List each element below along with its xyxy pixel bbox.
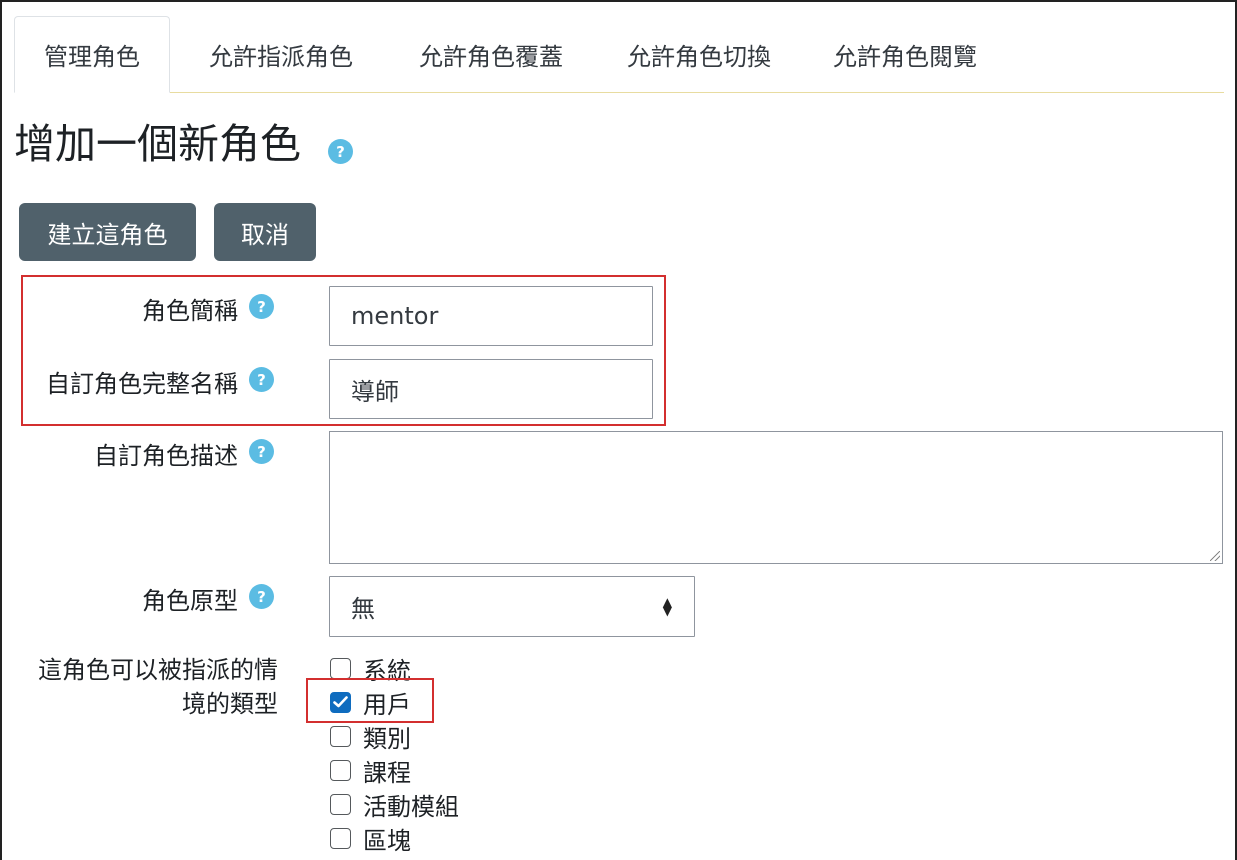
context-option-category[interactable]: 類別 bbox=[330, 719, 411, 753]
context-option-module[interactable]: 活動模組 bbox=[330, 787, 459, 821]
help-icon[interactable]: ? bbox=[328, 139, 353, 164]
tab-allow-switch[interactable]: 允許角色切換 bbox=[600, 16, 798, 93]
context-option-system[interactable]: 系統 bbox=[330, 651, 411, 685]
checkbox-label: 活動模組 bbox=[363, 792, 459, 821]
tab-allow-assign[interactable]: 允許指派角色 bbox=[182, 16, 380, 93]
description-label: 自訂角色描述 bbox=[94, 442, 238, 470]
fullname-label: 自訂角色完整名稱 bbox=[46, 370, 238, 398]
shortname-input[interactable]: mentor bbox=[329, 286, 653, 346]
context-types-label: 這角色可以被指派的情 境的類型 bbox=[20, 653, 278, 721]
context-option-user[interactable]: 用戶 bbox=[330, 685, 411, 719]
context-option-block[interactable]: 區塊 bbox=[330, 821, 411, 855]
checkbox[interactable] bbox=[330, 793, 351, 815]
checkbox[interactable] bbox=[330, 759, 351, 781]
help-icon[interactable]: ? bbox=[249, 367, 274, 392]
archetype-selected-value: 無 bbox=[351, 595, 375, 623]
context-types-label-line1: 這角色可以被指派的情 bbox=[38, 656, 278, 684]
checkmark-icon bbox=[333, 696, 348, 708]
tab-bar: 管理角色 允許指派角色 允許角色覆蓋 允許角色切換 允許角色閱覽 bbox=[14, 16, 1224, 93]
shortname-label: 角色簡稱 bbox=[142, 297, 238, 325]
checkbox-label: 系統 bbox=[363, 656, 411, 685]
resize-handle-icon[interactable] bbox=[1210, 551, 1220, 561]
checkbox[interactable] bbox=[330, 657, 351, 679]
tab-manage-roles[interactable]: 管理角色 bbox=[14, 16, 170, 93]
help-icon[interactable]: ? bbox=[249, 584, 274, 609]
checkbox[interactable] bbox=[330, 827, 351, 849]
page-title: 增加一個新角色 bbox=[14, 120, 301, 168]
checkbox-label: 用戶 bbox=[363, 690, 411, 719]
help-icon[interactable]: ? bbox=[249, 439, 274, 464]
checkbox-label: 課程 bbox=[363, 758, 411, 787]
description-textarea[interactable] bbox=[329, 431, 1223, 564]
tab-allow-view[interactable]: 允許角色閱覽 bbox=[806, 16, 1004, 93]
fullname-input[interactable]: 導師 bbox=[329, 359, 653, 419]
archetype-label: 角色原型 bbox=[142, 587, 238, 615]
help-icon[interactable]: ? bbox=[249, 294, 274, 319]
checkbox-label: 類別 bbox=[363, 724, 411, 753]
tab-allow-override[interactable]: 允許角色覆蓋 bbox=[392, 16, 590, 93]
checkbox[interactable] bbox=[330, 725, 351, 747]
context-types-label-line2: 境的類型 bbox=[182, 690, 278, 718]
context-option-course[interactable]: 課程 bbox=[330, 753, 411, 787]
cancel-button[interactable]: 取消 bbox=[214, 203, 316, 261]
checkbox-label: 區塊 bbox=[363, 826, 411, 855]
select-arrows-icon: ▲ ▼ bbox=[662, 594, 672, 618]
create-role-button[interactable]: 建立這角色 bbox=[19, 203, 196, 261]
archetype-select[interactable]: 無 ▲ ▼ bbox=[329, 576, 695, 637]
checkbox[interactable] bbox=[330, 691, 351, 713]
